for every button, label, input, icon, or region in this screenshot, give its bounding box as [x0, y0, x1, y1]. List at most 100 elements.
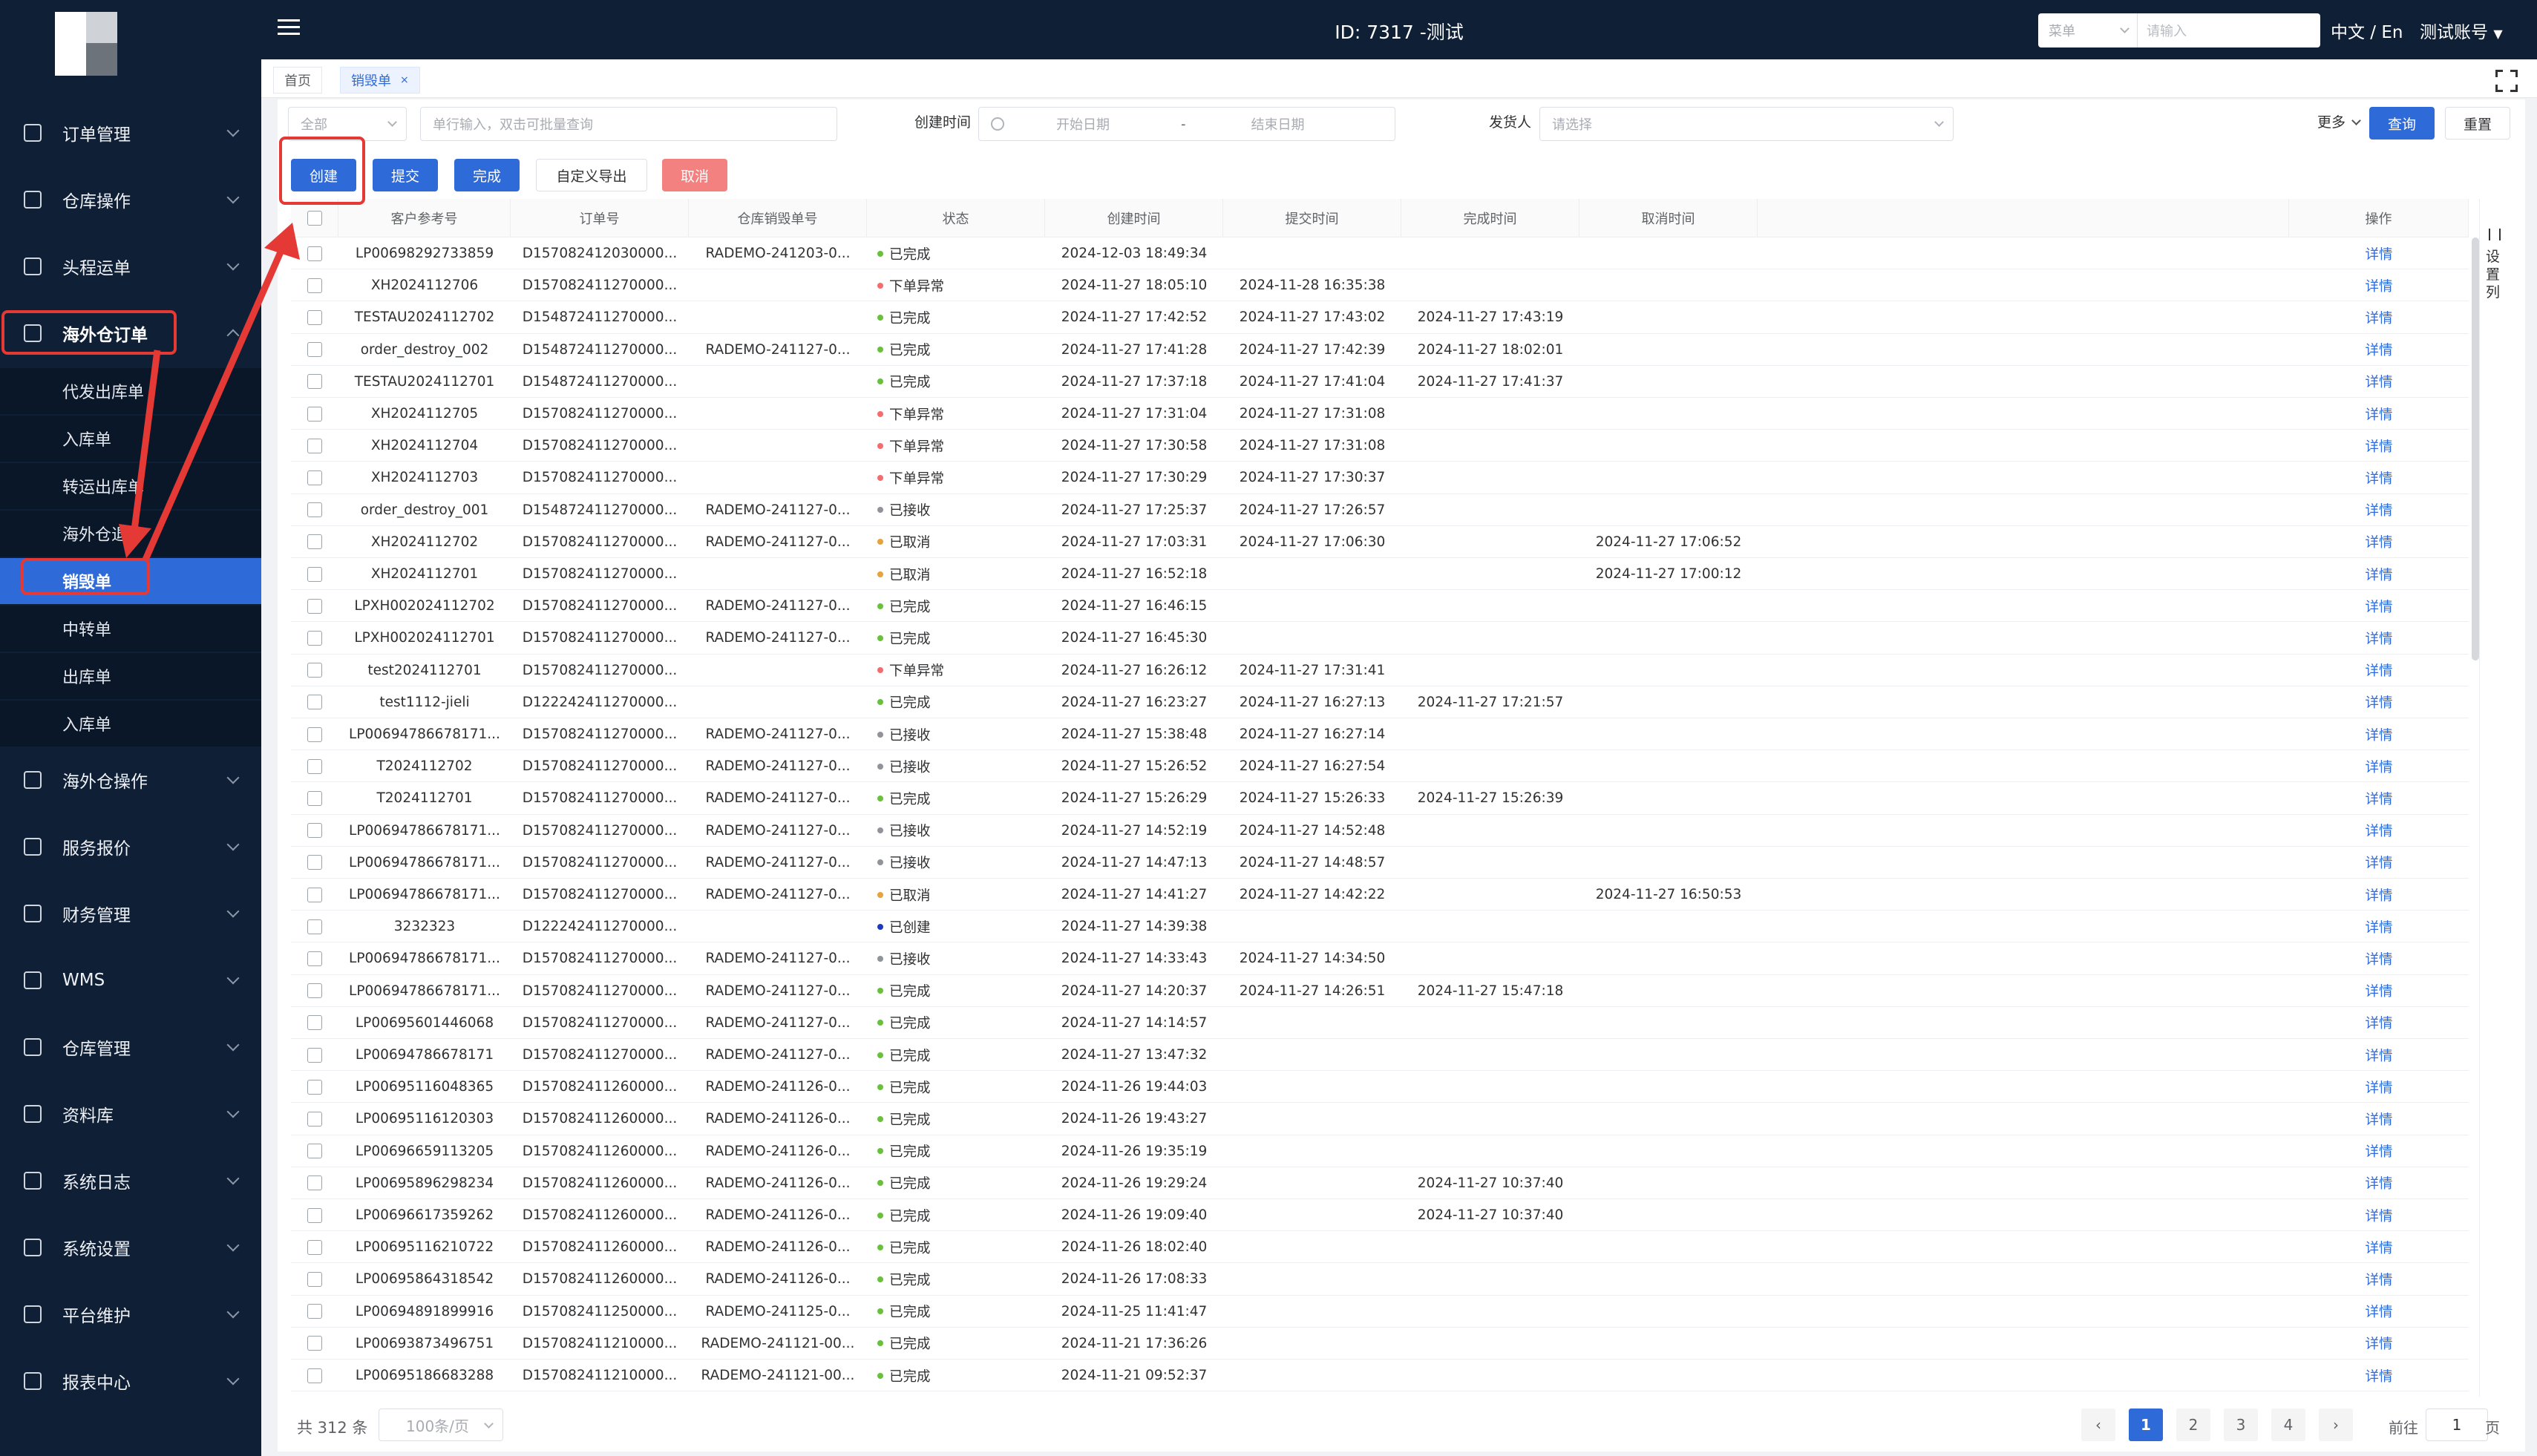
table-scrollbar[interactable]: [2472, 237, 2479, 660]
detail-link[interactable]: 详情: [2289, 1039, 2469, 1071]
detail-link[interactable]: 详情: [2289, 526, 2469, 558]
detail-link[interactable]: 详情: [2289, 1007, 2469, 1039]
table-row[interactable]: LPXH002024112701 D157082411270000... RADEM…: [291, 622, 2469, 655]
row-checkbox[interactable]: [291, 494, 338, 526]
detail-link[interactable]: 详情: [2289, 911, 2469, 942]
row-checkbox[interactable]: [291, 1007, 338, 1039]
table-row[interactable]: 3232323 D122242411270000... 已创建 2024-11-27 …: [291, 911, 2469, 943]
table-row[interactable]: LP00694786678171... D157082411270000... RA…: [291, 942, 2469, 975]
custom-export-button[interactable]: 自定义导出: [536, 159, 647, 191]
row-checkbox[interactable]: [291, 237, 338, 269]
row-checkbox[interactable]: [291, 1135, 338, 1167]
sidebar-menu-9[interactable]: 资料库: [0, 1089, 261, 1138]
row-checkbox[interactable]: [291, 1071, 338, 1103]
next-page-button[interactable]: ›: [2319, 1409, 2353, 1441]
detail-link[interactable]: 详情: [2289, 655, 2469, 686]
sidebar-menu-4[interactable]: 海外仓操作: [0, 755, 261, 804]
sidebar-menu-2[interactable]: 头程运单: [0, 242, 261, 291]
tab-home[interactable]: 首页: [273, 67, 322, 94]
page-3[interactable]: 3: [2224, 1409, 2258, 1441]
page-2[interactable]: 2: [2176, 1409, 2210, 1441]
detail-link[interactable]: 详情: [2289, 366, 2469, 398]
sidebar-subitem-0[interactable]: 代发出库单: [0, 368, 261, 414]
row-checkbox[interactable]: [291, 815, 338, 847]
reset-button[interactable]: 重置: [2445, 107, 2510, 140]
detail-link[interactable]: 详情: [2289, 462, 2469, 493]
detail-link[interactable]: 详情: [2289, 334, 2469, 366]
detail-link[interactable]: 详情: [2289, 269, 2469, 301]
detail-link[interactable]: 详情: [2289, 590, 2469, 622]
detail-link[interactable]: 详情: [2289, 1167, 2469, 1199]
query-button[interactable]: 查询: [2369, 107, 2435, 140]
page-1[interactable]: 1: [2129, 1409, 2163, 1441]
detail-link[interactable]: 详情: [2289, 1135, 2469, 1167]
sidebar-menu-0[interactable]: 订单管理: [0, 108, 261, 157]
table-row[interactable]: XH2024112703 D157082411270000... 下单异常 2024-…: [291, 462, 2469, 494]
detail-link[interactable]: 详情: [2289, 1296, 2469, 1328]
row-checkbox[interactable]: [291, 1263, 338, 1295]
tab-destroy-order[interactable]: 销毁单 ×: [340, 67, 420, 94]
row-checkbox[interactable]: [291, 301, 338, 333]
detail-link[interactable]: 详情: [2289, 558, 2469, 590]
sidebar-subitem-1[interactable]: 入库单: [0, 416, 261, 462]
row-checkbox[interactable]: [291, 1360, 338, 1391]
row-checkbox[interactable]: [291, 1103, 338, 1135]
sidebar-subitem-3[interactable]: 海外仓退件: [0, 511, 261, 557]
sidebar-subitem-7[interactable]: 入库单: [0, 701, 261, 747]
sidebar-menu-7[interactable]: WMS: [0, 956, 261, 1005]
table-row[interactable]: LP00695116210722 D157082411260000... RADEM…: [291, 1231, 2469, 1264]
menu-search-input[interactable]: 请输入: [2138, 21, 2320, 40]
menu-search-select[interactable]: 菜单: [2038, 13, 2138, 47]
table-row[interactable]: TESTAU2024112702 D154872411270000... 已完成 20…: [291, 301, 2469, 334]
detail-link[interactable]: 详情: [2289, 301, 2469, 333]
row-checkbox[interactable]: [291, 1199, 338, 1231]
table-row[interactable]: LP00694786678171 D157082411270000... RADEM…: [291, 1039, 2469, 1072]
page-size-select[interactable]: 100条/页: [379, 1409, 503, 1441]
row-checkbox[interactable]: [291, 750, 338, 782]
row-checkbox[interactable]: [291, 911, 338, 942]
table-row[interactable]: XH2024112702 D157082411270000... RADEMO-24…: [291, 526, 2469, 558]
row-checkbox[interactable]: [291, 334, 338, 366]
sidebar-menu-1[interactable]: 仓库操作: [0, 175, 261, 224]
detail-link[interactable]: 详情: [2289, 1263, 2469, 1295]
table-row[interactable]: LP00695864318542 D157082411260000... RADEM…: [291, 1263, 2469, 1296]
detail-link[interactable]: 详情: [2289, 718, 2469, 750]
table-row[interactable]: order_destroy_002 D154872411270000... RADE…: [291, 334, 2469, 366]
submit-button[interactable]: 提交: [373, 159, 438, 191]
table-row[interactable]: test1112-jieli D122242411270000... 已完成 2024…: [291, 686, 2469, 718]
sidebar-subitem-5[interactable]: 中转单: [0, 606, 261, 652]
detail-link[interactable]: 详情: [2289, 1199, 2469, 1231]
table-row[interactable]: LP00694891899916 D157082411250000... RADEM…: [291, 1296, 2469, 1328]
sidebar-menu-12[interactable]: 平台维护: [0, 1290, 261, 1339]
more-filters[interactable]: 更多: [2317, 111, 2361, 131]
row-checkbox[interactable]: [291, 1167, 338, 1199]
row-checkbox[interactable]: [291, 622, 338, 654]
row-checkbox[interactable]: [291, 1039, 338, 1071]
table-row[interactable]: XH2024112701 D157082411270000... 已取消 2024-1…: [291, 558, 2469, 591]
detail-link[interactable]: 详情: [2289, 494, 2469, 526]
detail-link[interactable]: 详情: [2289, 622, 2469, 654]
close-icon[interactable]: ×: [400, 74, 409, 86]
table-row[interactable]: order_destroy_001 D154872411270000... RADE…: [291, 494, 2469, 526]
table-row[interactable]: LP00694786678171... D157082411270000... RA…: [291, 879, 2469, 911]
complete-button[interactable]: 完成: [454, 159, 520, 191]
table-row[interactable]: LP00698292733859 D157082412030000... RADEM…: [291, 237, 2469, 270]
table-row[interactable]: LP00695896298234 D157082411260000... RADEM…: [291, 1167, 2469, 1199]
detail-link[interactable]: 详情: [2289, 1328, 2469, 1360]
batch-search-input[interactable]: 单行输入，双击可批量查询: [420, 107, 837, 141]
table-row[interactable]: LP00695116048365 D157082411260000... RADEM…: [291, 1071, 2469, 1104]
language-switch[interactable]: 中文 / En: [2331, 18, 2403, 43]
account-menu[interactable]: 测试账号 ▼: [2420, 18, 2503, 43]
sidebar-subitem-2[interactable]: 转运出库单: [0, 463, 261, 509]
row-checkbox[interactable]: [291, 686, 338, 718]
row-checkbox[interactable]: [291, 1231, 338, 1263]
fullscreen-icon[interactable]: [2495, 70, 2518, 92]
row-checkbox[interactable]: [291, 430, 338, 462]
table-row[interactable]: LP00696659113205 D157082411260000... RADEM…: [291, 1135, 2469, 1167]
table-row[interactable]: test2024112701 D157082411270000... 下单异常 202…: [291, 655, 2469, 686]
row-checkbox[interactable]: [291, 462, 338, 493]
sidebar-menu-11[interactable]: 系统设置: [0, 1223, 261, 1272]
table-row[interactable]: LP00695186683288 D157082411210000... RADEM…: [291, 1360, 2469, 1392]
row-checkbox[interactable]: [291, 847, 338, 879]
created-date-range[interactable]: 开始日期 - 结束日期: [978, 107, 1395, 141]
